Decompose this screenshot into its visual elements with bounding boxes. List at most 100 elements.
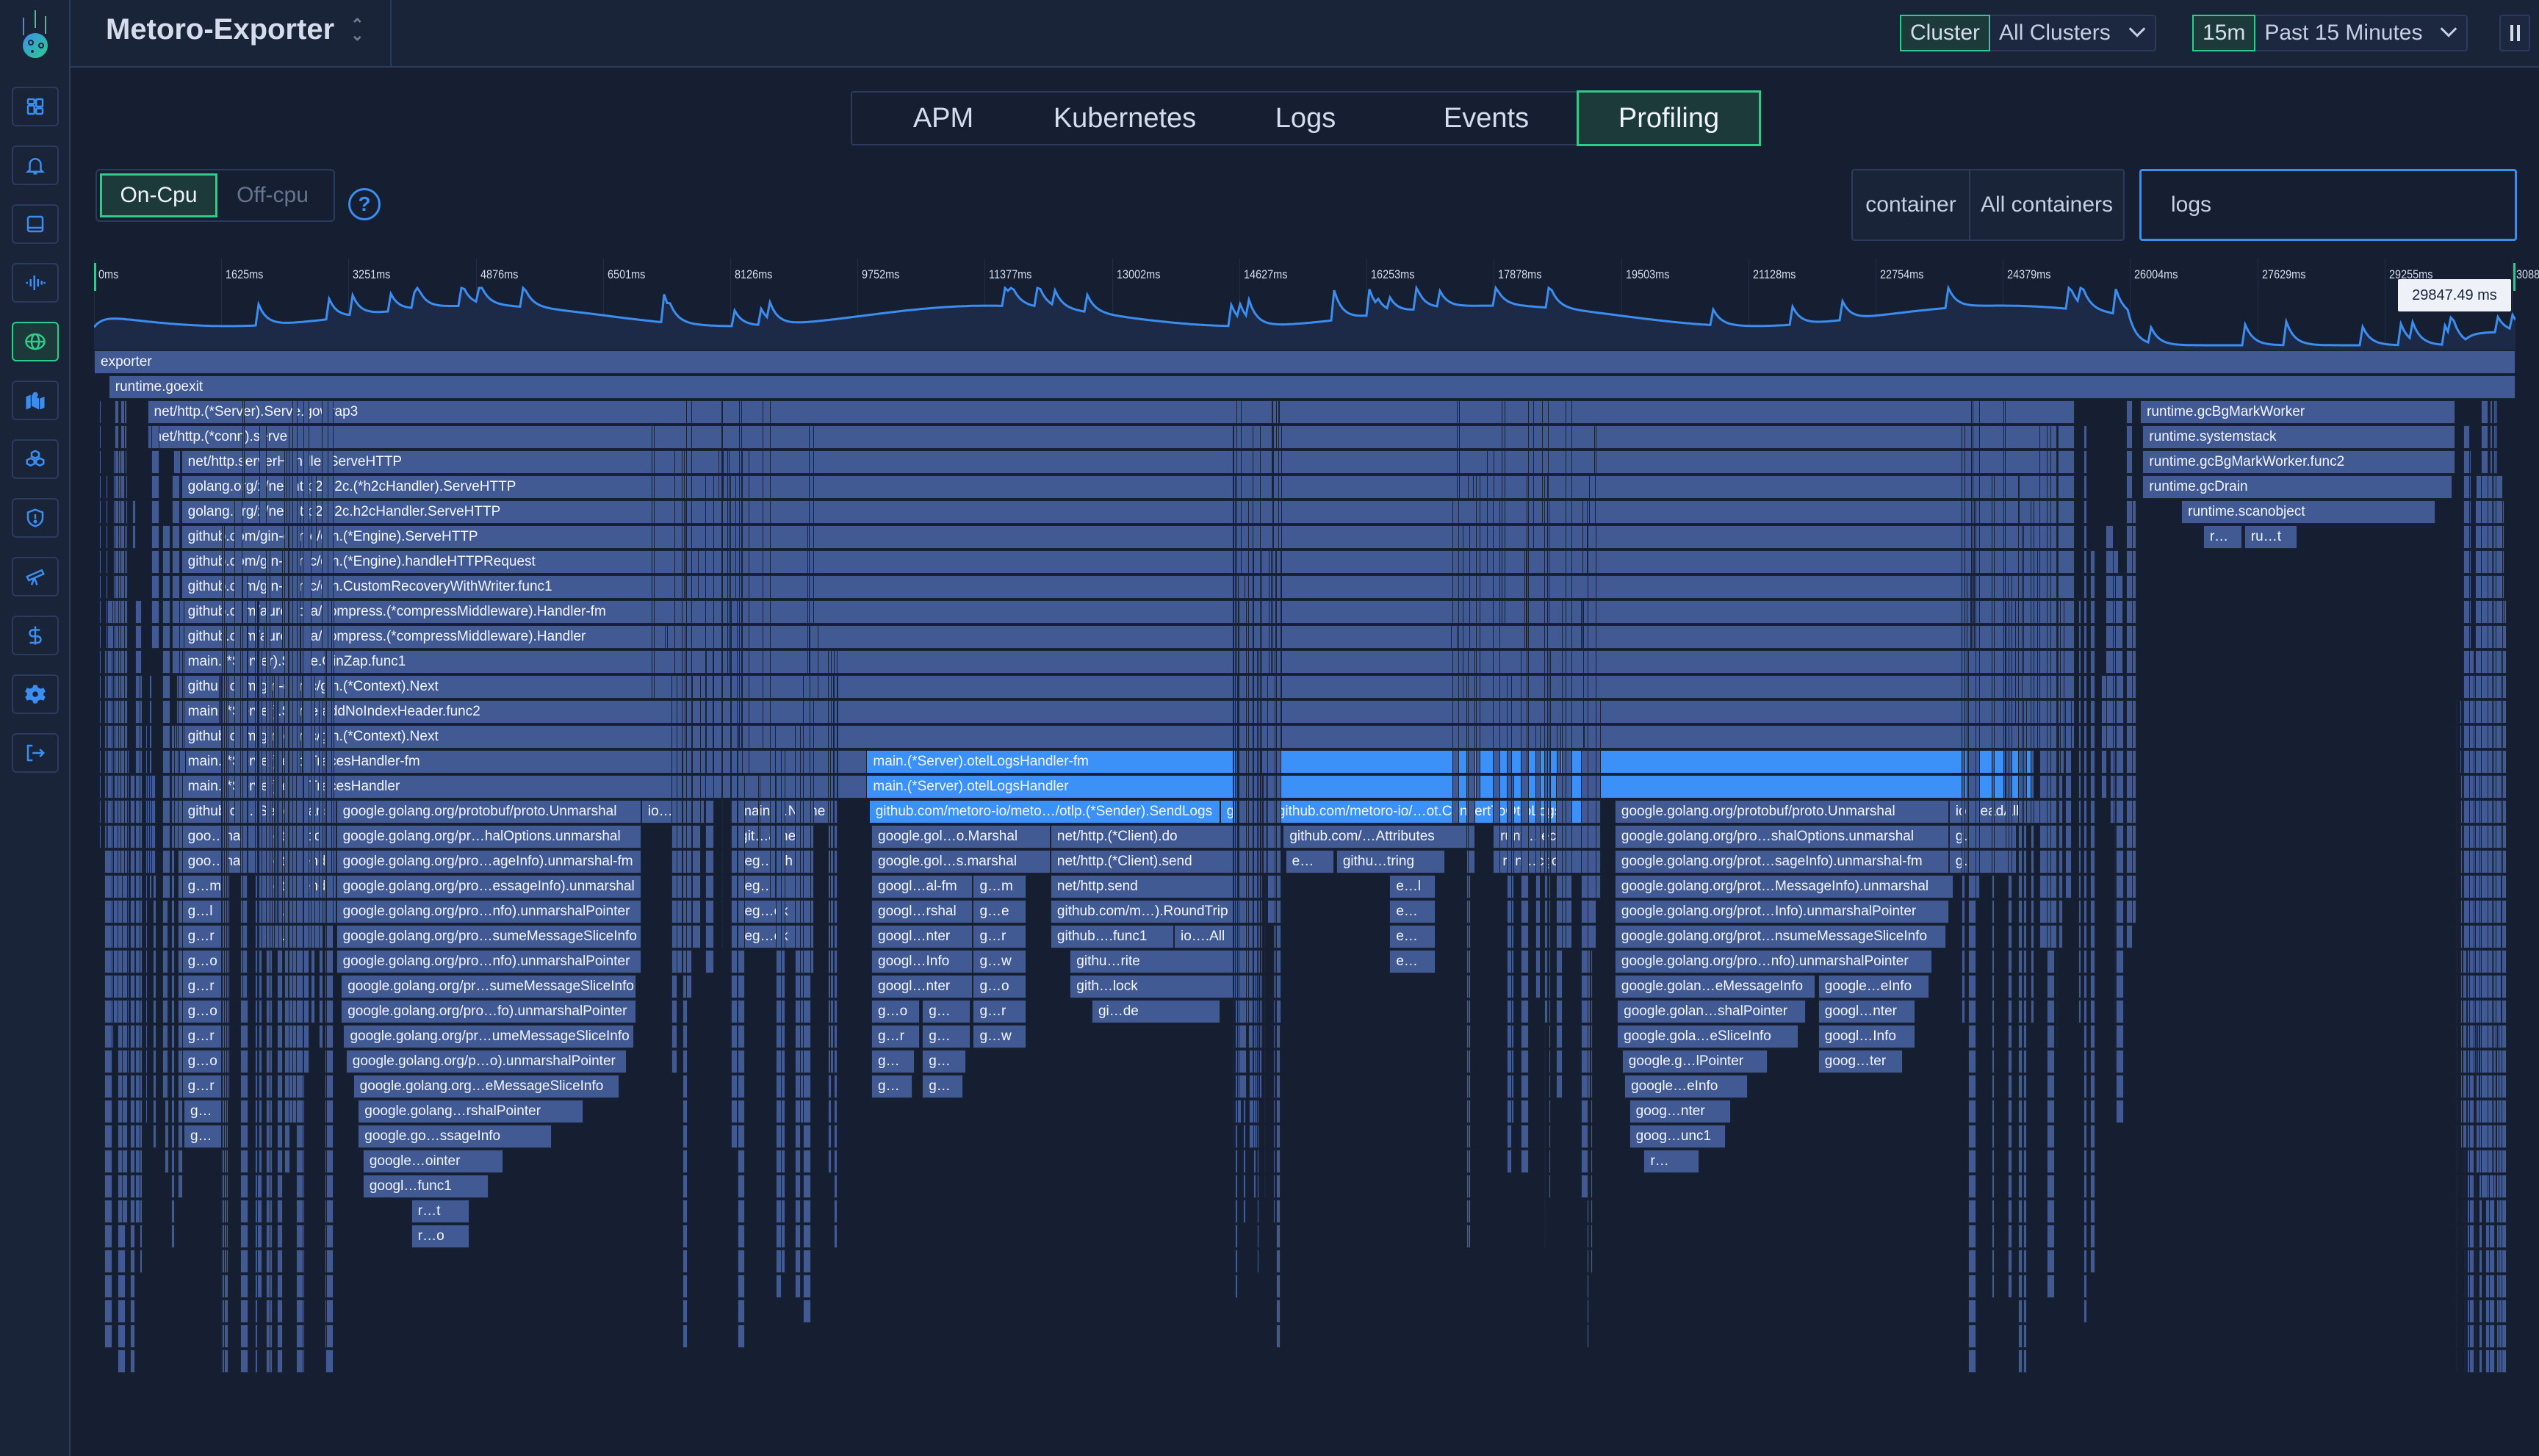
- flame-frame-sliver[interactable]: [2493, 575, 2496, 599]
- flame-frame-sliver[interactable]: [2018, 825, 2023, 848]
- flame-frame-sliver[interactable]: [757, 825, 760, 848]
- flame-frame-sliver[interactable]: [2480, 825, 2489, 848]
- flame-frame-sliver[interactable]: [311, 475, 317, 499]
- flame-frame-sliver[interactable]: [1235, 1000, 1238, 1023]
- flame-frame-sliver[interactable]: [1264, 900, 1267, 923]
- flame-frame-sliver[interactable]: [282, 575, 286, 599]
- flame-frame-sliver[interactable]: [1991, 1175, 1995, 1198]
- flame-frame-sliver[interactable]: [802, 1225, 812, 1248]
- flame-frame-sliver[interactable]: [2115, 975, 2125, 998]
- flame-frame-sliver[interactable]: [674, 450, 683, 474]
- flame-frame-sliver[interactable]: [1526, 700, 1529, 724]
- flame-frame-sliver[interactable]: [2456, 700, 2458, 724]
- flame-frame-sliver[interactable]: [1588, 650, 1596, 674]
- flame-frame-sliver[interactable]: [284, 1150, 290, 1173]
- flame-frame-sliver[interactable]: [1555, 975, 1563, 998]
- flame-frame-sliver[interactable]: [255, 1200, 259, 1223]
- flame-frame-sliver[interactable]: [1276, 1300, 1281, 1323]
- flame-frame-sliver[interactable]: [2056, 825, 2058, 848]
- flame-frame-sliver[interactable]: [737, 1075, 746, 1098]
- flame-frame-sliver[interactable]: [685, 550, 693, 574]
- flame-frame-sliver[interactable]: [129, 1349, 135, 1373]
- flame-frame-sliver[interactable]: [2463, 425, 2470, 449]
- flame-frame-sliver[interactable]: [721, 700, 723, 724]
- flame-frame-sliver[interactable]: [2461, 1225, 2463, 1248]
- flame-frame-sliver[interactable]: [1235, 1075, 1238, 1098]
- flame-frame-sliver[interactable]: [104, 1325, 113, 1348]
- flame-frame-sliver[interactable]: [171, 550, 180, 574]
- flame-frame-sliver[interactable]: [274, 925, 279, 948]
- flame-frame-sliver[interactable]: [178, 775, 184, 799]
- flame-frame-sliver[interactable]: [1476, 575, 1480, 599]
- flame-frame-sliver[interactable]: [737, 1050, 746, 1073]
- flame-frame-sliver[interactable]: [1991, 1225, 1995, 1248]
- flame-frame-sliver[interactable]: [1235, 1250, 1238, 1273]
- flame-frame-sliver[interactable]: [2018, 1200, 2023, 1223]
- flame-frame-sliver[interactable]: [1466, 1125, 1469, 1148]
- flame-frame-sliver[interactable]: [1235, 675, 1238, 699]
- flame-frame-sliver[interactable]: [829, 775, 835, 799]
- flame-frame-sliver[interactable]: [1968, 1225, 1976, 1248]
- flame-frame-sliver[interactable]: [685, 975, 693, 998]
- flame-frame-sliver[interactable]: [2084, 525, 2088, 549]
- flame-frame-sliver[interactable]: [1548, 1050, 1551, 1073]
- flame-frame-sliver[interactable]: [257, 1000, 260, 1023]
- flame-frame-sliver[interactable]: [2084, 1125, 2088, 1148]
- flame-frame-sliver[interactable]: [1590, 1050, 1593, 1073]
- flame-frame-sliver[interactable]: [1260, 900, 1264, 923]
- flame-frame-sliver[interactable]: [104, 1000, 113, 1023]
- flame-frame-sliver[interactable]: [1275, 950, 1281, 973]
- flame-frame-sliver[interactable]: [319, 875, 323, 898]
- flame-frame-sliver[interactable]: [295, 1349, 304, 1373]
- flame-frame-sliver[interactable]: [145, 1025, 148, 1048]
- flame-frame-sliver[interactable]: [730, 775, 738, 799]
- flame-frame-sliver[interactable]: [99, 600, 101, 624]
- flame-frame[interactable]: r…o: [411, 1225, 469, 1248]
- flame-frame-sliver[interactable]: [171, 1125, 175, 1148]
- flame-frame-sliver[interactable]: [737, 1275, 746, 1298]
- flame-frame-sliver[interactable]: [1974, 575, 1977, 599]
- flame-frame-sliver[interactable]: [1256, 800, 1259, 823]
- flame-frame-sliver[interactable]: [148, 800, 152, 823]
- flame-frame[interactable]: google.golan…shalPointer: [1617, 1000, 1807, 1023]
- flame-frame-sliver[interactable]: [2007, 1225, 2012, 1248]
- flame-frame-sliver[interactable]: [2480, 700, 2489, 724]
- flame-frame-highlighted[interactable]: main.(*Server).otelLogsHandler: [866, 775, 2031, 799]
- flame-frame-sliver[interactable]: [652, 500, 655, 524]
- flame-frame-sliver[interactable]: [2469, 1325, 2474, 1348]
- flame-frame-sliver[interactable]: [1252, 475, 1261, 499]
- flame-frame-sliver[interactable]: [1256, 850, 1259, 873]
- flame-frame-sliver[interactable]: [319, 900, 323, 923]
- flame-frame-sliver[interactable]: [266, 1250, 270, 1273]
- flame-frame-sliver[interactable]: [827, 1125, 832, 1148]
- flame-frame-sliver[interactable]: [104, 875, 113, 898]
- flame-frame-sliver[interactable]: [2056, 650, 2058, 674]
- flame-frame-sliver[interactable]: [2039, 550, 2048, 574]
- flame-frame-sliver[interactable]: [2493, 975, 2496, 998]
- flame-frame-sliver[interactable]: [295, 1250, 304, 1273]
- flame-frame-sliver[interactable]: [780, 825, 785, 848]
- flame-frame-sliver[interactable]: [737, 825, 746, 848]
- flame-frame-sliver[interactable]: [2011, 675, 2017, 699]
- flame-frame-sliver[interactable]: [794, 1050, 802, 1073]
- flame-frame-sliver[interactable]: [2461, 1125, 2463, 1148]
- flame-frame-sliver[interactable]: [121, 1175, 129, 1198]
- flame-frame-sliver[interactable]: [129, 1175, 135, 1198]
- flame-frame-sliver[interactable]: [331, 700, 335, 724]
- flame-frame-sliver[interactable]: [120, 825, 126, 848]
- flame-frame-sliver[interactable]: [1511, 900, 1515, 923]
- flame-frame-sliver[interactable]: [2461, 975, 2463, 998]
- flame-frame-sliver[interactable]: [2056, 675, 2058, 699]
- flame-frame-sliver[interactable]: [2030, 500, 2034, 524]
- flame-frame-sliver[interactable]: [311, 500, 317, 524]
- flame-frame-sliver[interactable]: [1968, 1300, 1976, 1323]
- flame-frame-sliver[interactable]: [2065, 775, 2072, 799]
- flame-frame-sliver[interactable]: [1252, 825, 1254, 848]
- flame-frame-sliver[interactable]: [802, 1075, 812, 1098]
- flame-frame[interactable]: r…: [2203, 525, 2242, 549]
- flame-frame-sliver[interactable]: [1238, 625, 1247, 649]
- flame-frame-sliver[interactable]: [1968, 1200, 1976, 1223]
- flame-frame-sliver[interactable]: [319, 750, 323, 774]
- flame-frame-sliver[interactable]: [120, 425, 126, 449]
- flame-frame-sliver[interactable]: [1252, 1025, 1254, 1048]
